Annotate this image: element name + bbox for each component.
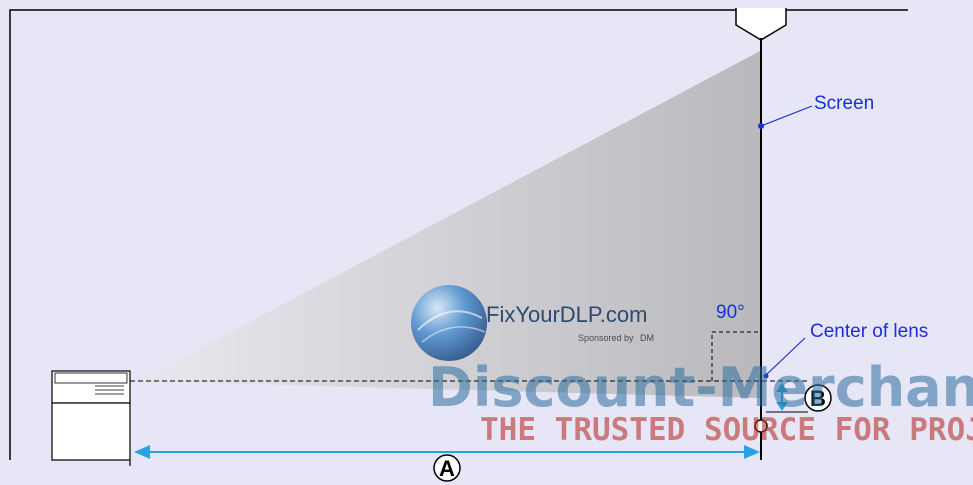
screen-label: Screen — [814, 93, 874, 114]
center-of-lens-label: Center of lens — [810, 321, 928, 342]
watermark-tagline: THE TRUSTED SOURCE FOR PROJ — [480, 412, 973, 448]
angle-label: 90° — [716, 302, 745, 323]
watermark-brand: Discount-Merchant — [428, 356, 973, 419]
watermark-sponsor-logo: DM — [640, 333, 654, 343]
watermark-sponsor: Sponsored by — [578, 333, 634, 343]
projector-icon — [51, 370, 131, 466]
projection-distance-diagram: Screen 90° Center of lens B A FixYourDLP… — [0, 0, 973, 485]
screen-mount — [735, 8, 787, 41]
watermark-site: FixYourDLP.com — [486, 302, 647, 327]
a-marker-label: A — [439, 456, 455, 481]
screen-callout — [758, 105, 813, 129]
globe-logo-icon — [411, 285, 487, 361]
diagram-canvas: Screen 90° Center of lens B A FixYourDLP… — [9, 8, 973, 482]
